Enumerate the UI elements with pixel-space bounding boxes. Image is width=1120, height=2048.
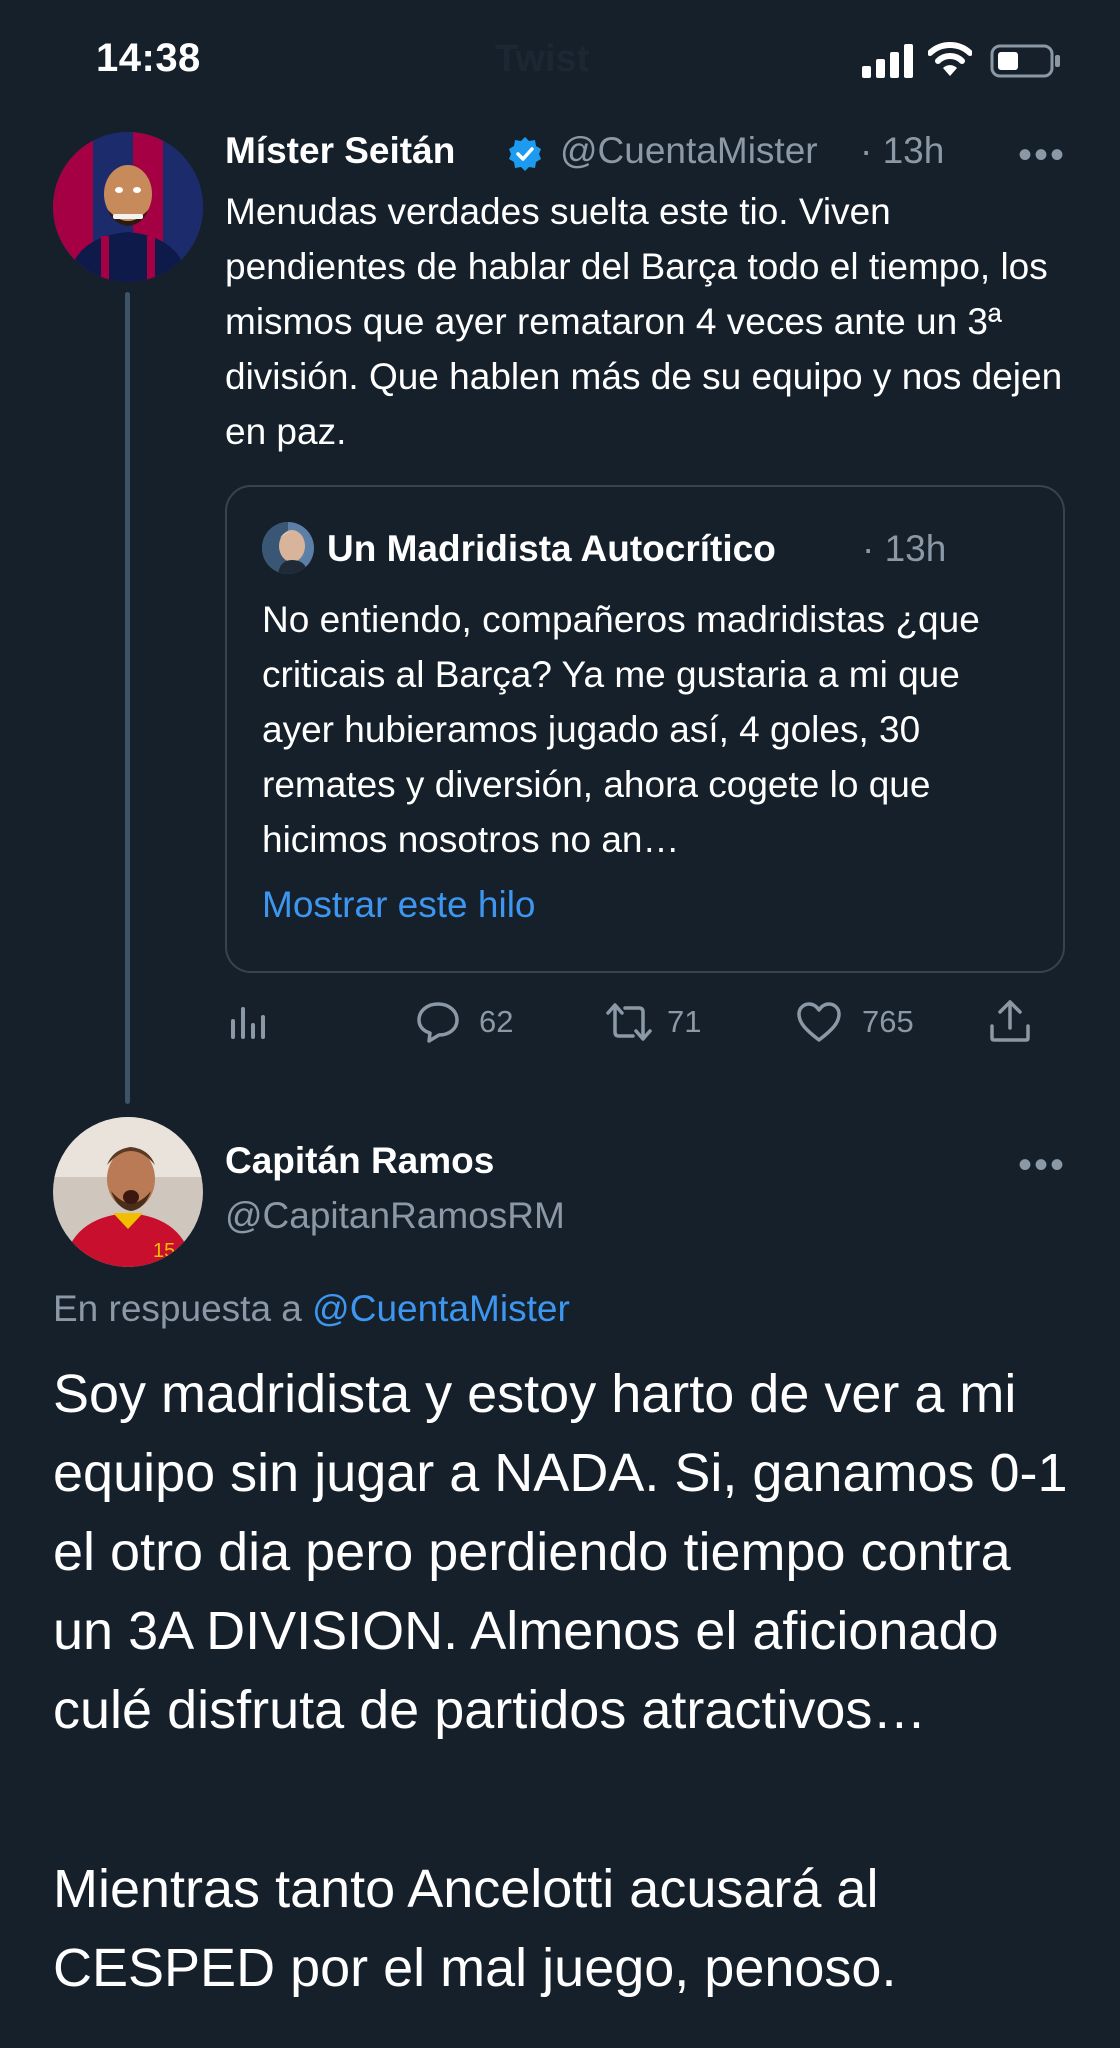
like-count: 765 [862, 1004, 914, 1039]
faded-header-title: Twist [495, 38, 590, 80]
replying-to-line: En respuesta a @CuentaMister [53, 1288, 570, 1330]
retweet-button[interactable]: 71 [605, 1000, 701, 1044]
show-thread-link[interactable]: Mostrar este hilo [262, 884, 536, 926]
reply-text-paragraph-1: Soy madridista y estoy harto de ver a mi… [53, 1364, 1068, 1740]
quoted-author-name[interactable]: Un Madridista Autocrítico [327, 528, 776, 570]
wifi-icon [928, 42, 972, 76]
like-button[interactable]: 765 [796, 1000, 914, 1044]
tweet-author-handle[interactable]: @CuentaMister [560, 130, 818, 172]
replying-to-handle-link[interactable]: @CuentaMister [312, 1288, 570, 1329]
svg-text:15: 15 [153, 1240, 175, 1262]
verified-badge-icon [509, 137, 541, 171]
replying-to-label: En respuesta a [53, 1288, 302, 1329]
avatar-madridista-autocritico[interactable] [262, 522, 314, 574]
analytics-button[interactable] [229, 1003, 267, 1041]
tweet-timestamp[interactable]: · 13h [860, 130, 944, 172]
share-icon [990, 1000, 1030, 1042]
reply-button[interactable]: 62 [415, 1000, 513, 1044]
analytics-icon [231, 1007, 265, 1039]
tweet-text: Menudas verdades suelta este tio. Viven … [225, 191, 1063, 452]
battery-icon [990, 44, 1060, 78]
reply-author-name[interactable]: Capitán Ramos [225, 1140, 494, 1182]
reply-author-handle[interactable]: @CapitanRamosRM [225, 1195, 565, 1237]
quoted-tweet-text: No entiendo, compañeros madridistas ¿que… [262, 599, 980, 860]
status-time: 14:38 [96, 36, 201, 80]
reply-icon [417, 1002, 459, 1043]
quoted-timestamp[interactable]: · 13h [862, 528, 946, 570]
heart-icon [797, 1002, 841, 1042]
reply-count: 62 [479, 1004, 514, 1039]
retweet-icon [606, 1003, 652, 1041]
thread-connector-line [125, 292, 130, 1104]
retweet-count: 71 [667, 1004, 702, 1039]
tweet-more-options-icon[interactable]: ••• [1018, 133, 1066, 178]
avatar-mister-seitan[interactable] [53, 132, 203, 282]
avatar-capitan-ramos[interactable]: 15 [53, 1117, 203, 1267]
share-button[interactable] [988, 998, 1032, 1044]
cellular-signal-icon [862, 44, 913, 78]
tweet-author-name[interactable]: Míster Seitán [225, 130, 455, 172]
reply-text-paragraph-2: Mientras tanto Ancelotti acusará al CESP… [53, 1859, 897, 1998]
reply-more-options-icon[interactable]: ••• [1018, 1143, 1066, 1188]
